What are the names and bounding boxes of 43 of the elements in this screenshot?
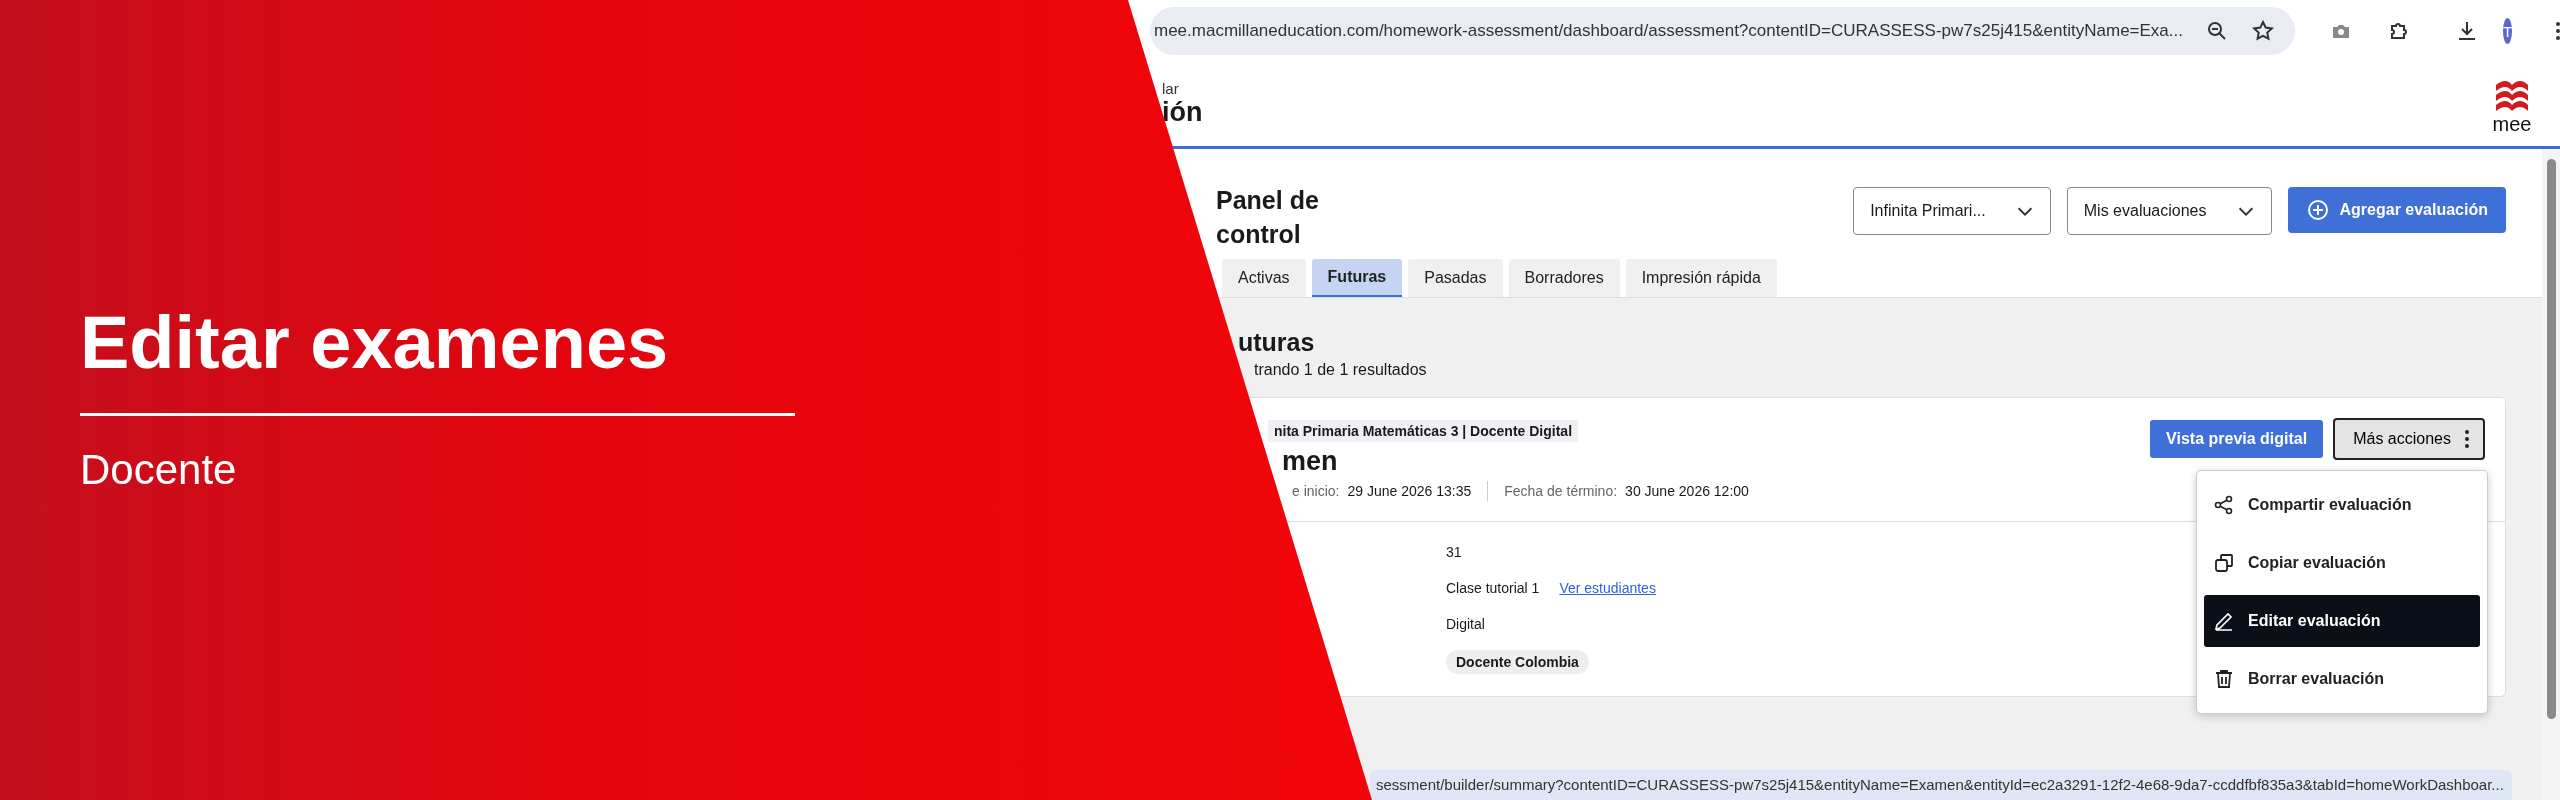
tab[interactable]: Impresión rápida bbox=[1625, 259, 1777, 297]
page-title: ión bbox=[1162, 97, 1203, 128]
end-date: 30 June 2026 12:00 bbox=[1625, 483, 1749, 499]
course-tag: nita Primaria Matemáticas 3 | Docente Digital bbox=[1268, 420, 1579, 442]
end-date-label: Fecha de término: bbox=[1504, 483, 1618, 499]
user-chip: Docente Colombia bbox=[1446, 650, 1589, 674]
tab[interactable]: Pasadas bbox=[1408, 259, 1503, 297]
detail-text: Digital bbox=[1446, 616, 1485, 632]
plus-circle-icon bbox=[2305, 198, 2330, 222]
banner-title: Editar examenes bbox=[80, 300, 795, 416]
menu-item[interactable]: Compartir evaluación bbox=[2204, 479, 2480, 531]
menu-item[interactable]: Editar evaluación bbox=[2204, 595, 2480, 647]
tab[interactable]: Futuras bbox=[1311, 259, 1403, 297]
url-text: mee.macmillaneducation.com/homework-assessment/dashboard/assessment?contentID=CURASSESS-pw7s25j415&entityName=Exa... bbox=[1154, 21, 2183, 41]
view-students-link[interactable]: Ver estudiantes bbox=[1559, 580, 1656, 596]
address-bar[interactable]: mee.macmillaneducation.com/homework-assessment/dashboard/assessment?contentID=CURASSESS-pw7s25j415&entityName=Exa... bbox=[1150, 7, 2295, 55]
breadcrumb-text: lar bbox=[1162, 80, 1180, 97]
filter-dropdown[interactable]: Mis evaluaciones bbox=[2066, 187, 2272, 235]
more-actions-button[interactable]: Más acciones bbox=[2333, 418, 2485, 460]
status-url: sessment/builder/summary?contentID=CURASSESS-pw7s25j415&entityName=Examen&entityId=ec2a3291-12f2-4e68-9da7-ccddfbf835a3&tabId=homeWorkDashboar... bbox=[1370, 770, 2512, 800]
profile-avatar[interactable]: T bbox=[2503, 18, 2513, 44]
preview-button[interactable]: Vista previa digital bbox=[2150, 420, 2324, 458]
panel-title: Panel de control bbox=[1216, 185, 1320, 250]
banner-subtitle: Docente bbox=[80, 446, 238, 494]
start-date: 29 June 2026 13:35 bbox=[1347, 483, 1472, 499]
detail-text: Clase tutorial 1 bbox=[1446, 580, 1540, 596]
menu-item[interactable]: Copiar evaluación bbox=[2204, 537, 2480, 589]
add-assessment-button[interactable]: Agregar evaluación bbox=[2287, 187, 2506, 233]
scrollbar-thumb[interactable] bbox=[2546, 159, 2556, 719]
assessment-title: men bbox=[1282, 446, 1339, 477]
section-title: uturas bbox=[1238, 328, 1316, 357]
vertical-dots-icon bbox=[2465, 430, 2469, 448]
detail-text: 31 bbox=[1446, 544, 1462, 560]
menu-item[interactable]: Borrar evaluación bbox=[2204, 653, 2480, 705]
filter-dropdown[interactable]: Infinita Primari... bbox=[1853, 187, 2051, 235]
logo-text: mee bbox=[2492, 115, 2532, 133]
tab[interactable]: Borradores bbox=[1508, 259, 1620, 297]
star-icon[interactable] bbox=[2251, 19, 2275, 43]
copy-icon bbox=[2212, 551, 2236, 575]
tab[interactable]: Activas bbox=[1222, 259, 1306, 297]
results-count: trando 1 de 1 resultados bbox=[1254, 361, 1428, 379]
start-date-label: e inicio: bbox=[1292, 483, 1340, 499]
scrollbar[interactable] bbox=[2542, 149, 2560, 800]
